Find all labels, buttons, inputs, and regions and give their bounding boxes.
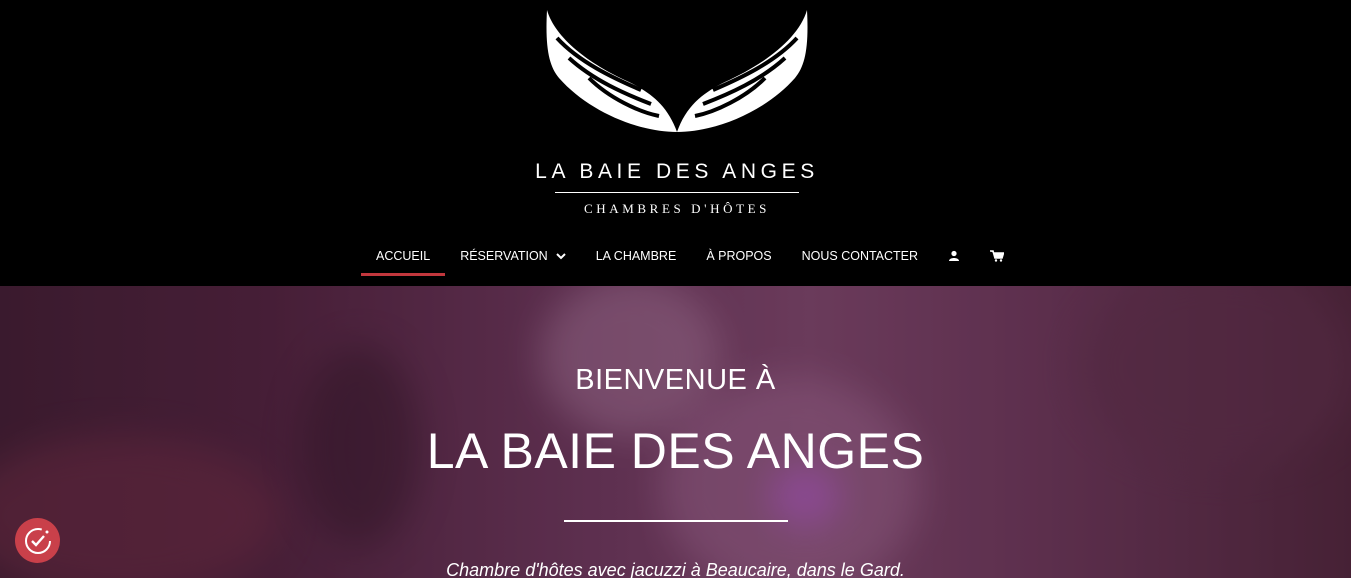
nav-label: LA CHAMBRE bbox=[595, 249, 677, 263]
cookie-consent-icon bbox=[24, 527, 51, 554]
cart-icon[interactable] bbox=[975, 236, 1019, 276]
hero-divider bbox=[564, 520, 788, 522]
nav-item-nous-contacter[interactable]: NOUS CONTACTER bbox=[787, 236, 933, 276]
logo-title: LA BAIE DES ANGES bbox=[535, 160, 819, 183]
nav-item-accueil[interactable]: ACCUEIL bbox=[361, 236, 446, 276]
site-header: LA BAIE DES ANGES CHAMBRES D'HÔTES ACCUE… bbox=[0, 0, 1351, 286]
nav-label: NOUS CONTACTER bbox=[801, 249, 919, 263]
hero-kicker: BIENVENUE À bbox=[575, 364, 776, 396]
angel-wings-icon bbox=[546, 10, 808, 132]
hero-subtitle: Chambre d'hôtes avec jacuzzi à Beaucaire… bbox=[446, 560, 905, 578]
nav-label: ACCUEIL bbox=[376, 249, 431, 263]
nav-item-la-chambre[interactable]: LA CHAMBRE bbox=[581, 236, 692, 276]
nav-label: RÉSERVATION bbox=[460, 249, 548, 263]
cookie-consent-button[interactable] bbox=[15, 518, 60, 563]
hero-banner: BIENVENUE À LA BAIE DES ANGES Chambre d'… bbox=[0, 286, 1351, 578]
logo-divider bbox=[555, 192, 799, 193]
hero-title: LA BAIE DES ANGES bbox=[426, 423, 925, 479]
logo-subtitle: CHAMBRES D'HÔTES bbox=[584, 201, 770, 216]
chevron-down-icon bbox=[556, 249, 566, 263]
user-icon[interactable] bbox=[933, 236, 975, 276]
nav-item-reservation[interactable]: RÉSERVATION bbox=[445, 236, 581, 276]
site-logo[interactable]: LA BAIE DES ANGES CHAMBRES D'HÔTES bbox=[529, 8, 825, 220]
nav-label: À PROPOS bbox=[706, 249, 772, 263]
nav-item-a-propos[interactable]: À PROPOS bbox=[691, 236, 786, 276]
main-nav: ACCUEIL RÉSERVATION LA CHAMBRE À PROPOS … bbox=[361, 236, 1019, 276]
